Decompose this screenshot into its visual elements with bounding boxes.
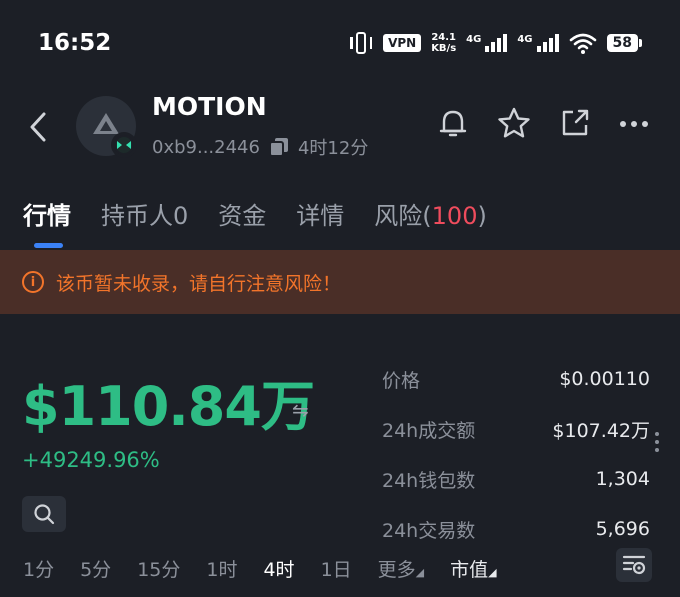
- swap-icon[interactable]: ⇋: [292, 398, 309, 422]
- stat-value: 5,696: [595, 518, 650, 540]
- net-type-2: 4G: [517, 34, 533, 45]
- tab-bar: 行情 持币人0 资金 详情 风险(100): [23, 196, 517, 231]
- tab-funds[interactable]: 资金: [218, 196, 266, 231]
- tab-market[interactable]: 行情: [23, 196, 71, 231]
- dropdown-triangle-icon: ◢: [415, 566, 425, 579]
- net-type-1: 4G: [466, 34, 482, 45]
- speed-value: 24.1: [431, 32, 457, 43]
- stat-label: 24h钱包数: [382, 469, 476, 492]
- search-icon: [34, 504, 55, 525]
- chain-badge: [111, 132, 137, 158]
- copy-icon[interactable]: [268, 136, 290, 158]
- star-icon[interactable]: [496, 106, 532, 140]
- timeframe-5m[interactable]: 5分: [80, 555, 111, 582]
- active-tab-indicator: [34, 243, 63, 248]
- stat-label: 24h成交额: [382, 419, 476, 442]
- timeframe-1m[interactable]: 1分: [23, 555, 54, 582]
- stat-row-volume: 24h成交额 $107.42万: [382, 404, 650, 454]
- status-time: 16:52: [38, 30, 112, 56]
- tab-risk[interactable]: 风险(100): [374, 196, 487, 231]
- dropdown-triangle-icon: ◢: [488, 566, 497, 579]
- vertical-more-icon[interactable]: [655, 432, 659, 456]
- stats-panel: 价格 $0.00110 24h成交额 $107.42万 24h钱包数 1,304…: [382, 354, 650, 554]
- stat-row-trades: 24h交易数 5,696: [382, 504, 650, 554]
- chart-settings-icon: [622, 555, 646, 575]
- more-label: 更多: [377, 559, 416, 581]
- back-arrow-icon[interactable]: [24, 110, 52, 144]
- vpn-badge: VPN: [383, 34, 422, 52]
- market-cap-value: $110.84万: [22, 375, 315, 438]
- address-row: 0xb9...2446 4时12分: [152, 134, 368, 160]
- bell-icon[interactable]: [436, 106, 470, 140]
- token-name: MOTION: [152, 92, 267, 121]
- warning-text: 该币暂未收录，请自行注意风险！: [56, 272, 342, 295]
- metric-dropdown[interactable]: 市值◢: [450, 555, 496, 582]
- risk-warning-banner: i 该币暂未收录，请自行注意风险！: [0, 250, 680, 314]
- vibrate-icon: [349, 30, 373, 56]
- risk-score: 100: [431, 202, 478, 230]
- chart-settings-button[interactable]: [616, 548, 652, 582]
- network-speed: 24.1 KB/s: [431, 32, 456, 54]
- tab-risk-suffix: ): [477, 202, 487, 230]
- tab-details[interactable]: 详情: [296, 196, 344, 231]
- more-icon[interactable]: [618, 106, 650, 140]
- tab-holders[interactable]: 持币人0: [101, 196, 188, 231]
- more-timeframes-dropdown[interactable]: 更多◢: [378, 555, 424, 582]
- stat-label: 24h交易数: [382, 519, 476, 542]
- metric-label: 市值: [450, 559, 489, 581]
- stat-value: 1,304: [595, 468, 650, 490]
- speed-unit: KB/s: [431, 43, 457, 54]
- info-icon: i: [22, 271, 44, 293]
- stat-label: 价格: [382, 369, 421, 392]
- timeframe-4h[interactable]: 4时: [263, 555, 294, 582]
- tab-risk-label: 风险(: [374, 202, 432, 230]
- wifi-icon: [569, 33, 596, 54]
- token-address: 0xb9...2446: [152, 136, 260, 158]
- signal-4g-1-icon: 4G: [466, 34, 508, 52]
- search-button[interactable]: [22, 496, 66, 532]
- token-age: 4时12分: [297, 138, 369, 159]
- battery-level: 58: [606, 34, 638, 52]
- timeframe-bar: 1分 5分 15分 1时 4时 1日 更多◢ 市值◢: [23, 555, 523, 582]
- timeframe-1d[interactable]: 1日: [321, 555, 352, 582]
- header-actions: [436, 106, 650, 140]
- stat-value: $0.00110: [559, 368, 650, 390]
- timeframe-15m[interactable]: 15分: [137, 555, 180, 582]
- status-icons: VPN 24.1 KB/s 4G 4G 58: [349, 30, 642, 56]
- timeframe-1h[interactable]: 1时: [206, 555, 237, 582]
- chain-logo-icon: [117, 141, 131, 149]
- signal-4g-2-icon: 4G: [517, 34, 559, 52]
- price-change: +49249.96%: [22, 448, 160, 472]
- stat-row-price: 价格 $0.00110: [382, 354, 650, 404]
- stat-value: $107.42万: [552, 419, 650, 442]
- share-icon[interactable]: [558, 106, 592, 140]
- battery-icon: 58: [606, 34, 642, 52]
- stat-row-wallets: 24h钱包数 1,304: [382, 454, 650, 504]
